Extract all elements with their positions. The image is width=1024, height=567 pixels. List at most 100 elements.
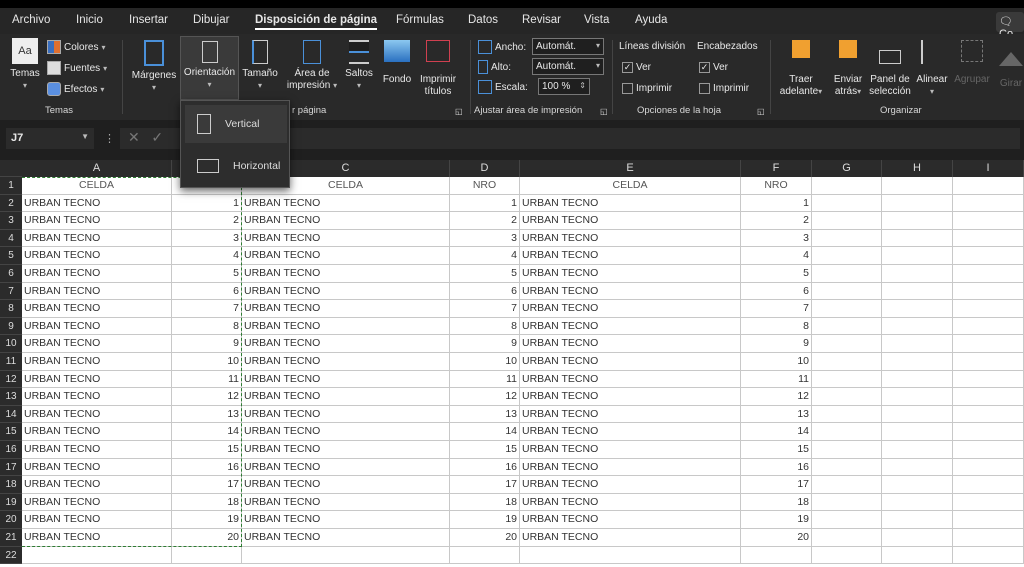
table-cell[interactable] xyxy=(882,370,953,389)
table-cell[interactable] xyxy=(882,317,953,336)
row-header[interactable]: 5 xyxy=(0,247,22,265)
table-cell[interactable]: URBAN TECNO xyxy=(242,441,450,459)
headings-view-checkbox[interactable]: ✓ Ver xyxy=(699,62,728,73)
table-cell[interactable]: URBAN TECNO xyxy=(242,247,450,265)
table-cell[interactable]: URBAN TECNO xyxy=(242,405,450,424)
table-cell[interactable]: 19 xyxy=(450,511,520,529)
tab-inicio[interactable]: Inicio xyxy=(76,14,103,26)
table-cell[interactable]: 6 xyxy=(172,282,242,301)
table-cell[interactable]: URBAN TECNO xyxy=(242,493,450,512)
table-cell[interactable]: 2 xyxy=(450,212,520,230)
table-cell[interactable]: 17 xyxy=(450,476,520,494)
table-cell[interactable] xyxy=(812,194,882,213)
colores-button[interactable]: Colores ▾ xyxy=(47,40,105,54)
table-cell[interactable] xyxy=(882,177,953,195)
row-header[interactable]: 10 xyxy=(0,335,22,353)
row-header[interactable]: 18 xyxy=(0,476,22,494)
table-cell[interactable]: 16 xyxy=(450,458,520,477)
table-cell[interactable]: URBAN TECNO xyxy=(520,247,741,265)
ancho-select[interactable]: Automát. ▾ xyxy=(532,38,604,55)
table-cell[interactable] xyxy=(520,546,741,565)
table-cell[interactable]: URBAN TECNO xyxy=(242,423,450,441)
row-header[interactable]: 8 xyxy=(0,300,22,318)
row-header[interactable]: 15 xyxy=(0,423,22,441)
header-cell[interactable]: NRO xyxy=(741,177,812,195)
table-cell[interactable]: URBAN TECNO xyxy=(22,212,172,230)
table-cell[interactable]: URBAN TECNO xyxy=(22,476,172,494)
table-cell[interactable] xyxy=(953,212,1024,230)
table-cell[interactable]: 17 xyxy=(741,476,812,494)
table-cell[interactable] xyxy=(882,423,953,441)
table-cell[interactable]: 3 xyxy=(172,229,242,248)
temas-button[interactable]: Aa Temas ▾ xyxy=(8,38,42,92)
table-cell[interactable]: URBAN TECNO xyxy=(520,282,741,301)
dialog-launcher-icon[interactable]: ◱ xyxy=(757,107,765,116)
row-header[interactable]: 17 xyxy=(0,458,22,477)
column-header-g[interactable]: G xyxy=(812,160,882,177)
dialog-launcher-icon[interactable]: ◱ xyxy=(455,107,463,116)
table-cell[interactable]: 1 xyxy=(450,194,520,213)
headings-print-checkbox[interactable]: Imprimir xyxy=(699,83,749,94)
table-cell[interactable]: 12 xyxy=(450,388,520,406)
table-cell[interactable] xyxy=(953,247,1024,265)
column-header-e[interactable]: E xyxy=(520,160,741,177)
select-all-corner[interactable] xyxy=(0,160,22,177)
table-cell[interactable] xyxy=(812,177,882,195)
table-cell[interactable]: 3 xyxy=(450,229,520,248)
name-box[interactable]: J7 ▼ xyxy=(6,128,94,149)
header-cell[interactable]: CELDA xyxy=(22,177,172,195)
table-cell[interactable]: 3 xyxy=(741,229,812,248)
alinear-button[interactable]: Alinear ▾ xyxy=(914,40,950,98)
table-cell[interactable]: 13 xyxy=(172,405,242,424)
column-header-f[interactable]: F xyxy=(741,160,812,177)
table-cell[interactable] xyxy=(882,335,953,353)
table-cell[interactable]: 20 xyxy=(172,529,242,547)
table-cell[interactable]: URBAN TECNO xyxy=(520,317,741,336)
table-cell[interactable] xyxy=(953,529,1024,547)
table-cell[interactable] xyxy=(172,546,242,565)
table-cell[interactable]: 14 xyxy=(741,423,812,441)
table-cell[interactable]: 6 xyxy=(450,282,520,301)
tab-ayuda[interactable]: Ayuda xyxy=(635,14,667,26)
tamano-button[interactable]: Tamaño ▾ xyxy=(240,40,280,92)
table-cell[interactable] xyxy=(882,493,953,512)
table-cell[interactable] xyxy=(741,546,812,565)
table-cell[interactable]: 11 xyxy=(450,370,520,389)
table-cell[interactable]: 18 xyxy=(172,493,242,512)
table-cell[interactable] xyxy=(882,546,953,565)
table-cell[interactable] xyxy=(882,458,953,477)
table-cell[interactable]: URBAN TECNO xyxy=(242,265,450,283)
table-cell[interactable] xyxy=(882,265,953,283)
table-cell[interactable]: 12 xyxy=(172,388,242,406)
table-cell[interactable]: URBAN TECNO xyxy=(520,476,741,494)
table-cell[interactable] xyxy=(882,511,953,529)
table-cell[interactable]: URBAN TECNO xyxy=(242,529,450,547)
table-cell[interactable]: 20 xyxy=(450,529,520,547)
escala-spinner[interactable]: 100 % ⇕ xyxy=(538,78,590,95)
table-cell[interactable] xyxy=(882,353,953,371)
column-header-h[interactable]: H xyxy=(882,160,953,177)
table-cell[interactable]: URBAN TECNO xyxy=(22,370,172,389)
row-header[interactable]: 11 xyxy=(0,353,22,371)
table-cell[interactable]: 5 xyxy=(172,265,242,283)
table-cell[interactable] xyxy=(812,282,882,301)
table-cell[interactable] xyxy=(450,546,520,565)
imprimir-titulos-button[interactable]: Imprimir títulos xyxy=(415,40,461,98)
table-cell[interactable]: URBAN TECNO xyxy=(520,194,741,213)
comments-button[interactable]: 🗨Co xyxy=(996,12,1024,40)
table-cell[interactable] xyxy=(882,282,953,301)
table-cell[interactable] xyxy=(953,388,1024,406)
row-header[interactable]: 19 xyxy=(0,493,22,512)
table-cell[interactable]: 19 xyxy=(741,511,812,529)
gridlines-print-checkbox[interactable]: Imprimir xyxy=(622,83,672,94)
row-header[interactable]: 1 xyxy=(0,177,22,195)
tab-insertar[interactable]: Insertar xyxy=(129,14,168,26)
table-cell[interactable] xyxy=(812,317,882,336)
table-cell[interactable]: URBAN TECNO xyxy=(520,229,741,248)
table-cell[interactable]: URBAN TECNO xyxy=(22,317,172,336)
table-cell[interactable] xyxy=(953,370,1024,389)
menu-item-horizontal[interactable]: Horizontal xyxy=(185,147,287,185)
table-cell[interactable]: URBAN TECNO xyxy=(22,282,172,301)
table-cell[interactable]: URBAN TECNO xyxy=(242,282,450,301)
table-cell[interactable]: URBAN TECNO xyxy=(22,423,172,441)
